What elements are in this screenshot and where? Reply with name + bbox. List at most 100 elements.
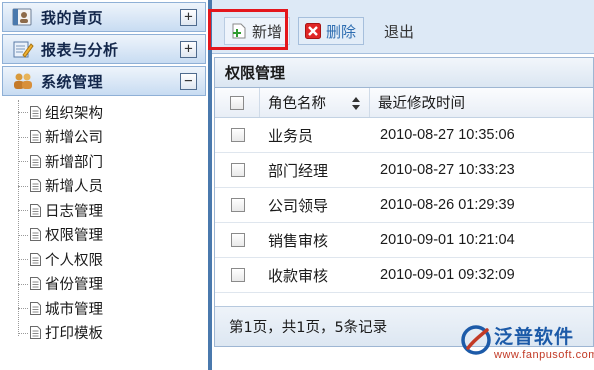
brand-url: www.fanpusoft.com [494, 349, 594, 361]
tree-branch-line [18, 210, 28, 211]
tree-item-label: 组织架构 [45, 105, 103, 122]
expand-toggle-icon[interactable]: + [180, 41, 197, 58]
grid-body: 业务员 2010-08-27 10:35:06 部门经理 2010-08-27 10:… [215, 118, 593, 293]
delete-x-icon [305, 23, 321, 39]
sidebar-section-reports[interactable]: 报表与分析 + [2, 34, 206, 64]
tree-item[interactable]: 个人权限 [0, 247, 208, 272]
column-role-label: 角色名称 [268, 96, 326, 112]
tree-item-label: 个人权限 [45, 252, 103, 269]
tree-branch-line [18, 234, 28, 236]
delete-button[interactable]: 删除 [298, 17, 364, 45]
tree-branch-line [18, 259, 28, 260]
expand-toggle-icon[interactable]: + [180, 9, 197, 26]
role-cell: 部门经理 [268, 161, 329, 180]
tree-branch-line [18, 332, 28, 334]
exit-button-label: 退出 [384, 22, 415, 41]
tree-branch-line [18, 283, 28, 285]
document-icon [30, 154, 41, 168]
row-checkbox[interactable] [230, 163, 245, 177]
table-row[interactable]: 收款审核 2010-09-01 09:32:09 [215, 258, 593, 293]
document-icon [30, 228, 41, 242]
tree-branch-line [18, 136, 28, 138]
tree-item-label: 打印模板 [45, 326, 103, 343]
tree-item[interactable]: 日志管理 [0, 198, 208, 223]
contact-card-icon [11, 6, 35, 28]
document-icon [30, 326, 41, 340]
time-cell: 2010-08-26 01:29:39 [380, 197, 515, 213]
tree-item-label: 日志管理 [45, 203, 103, 220]
tree-item[interactable]: 新增公司 [0, 125, 208, 150]
panel-title: 权限管理 [215, 58, 593, 88]
tree-item[interactable]: 城市管理 [0, 296, 208, 321]
row-checkbox[interactable] [230, 128, 245, 142]
sort-icon[interactable] [352, 97, 360, 110]
tree-branch-line [18, 308, 28, 309]
sidebar-section-title: 系统管理 [41, 72, 104, 91]
table-row[interactable]: 公司领导 2010-08-26 01:29:39 [215, 188, 593, 223]
tree-item[interactable]: 权限管理 [0, 223, 208, 248]
tree-branch-line [18, 112, 28, 113]
document-icon [30, 179, 41, 193]
role-cell: 公司领导 [268, 196, 329, 215]
tree-item-label: 新增部门 [45, 154, 103, 171]
row-checkbox-cell [215, 153, 260, 187]
tree-branch-line [18, 161, 28, 162]
document-icon [30, 105, 41, 119]
header-checkbox-cell [215, 88, 260, 117]
sidebar-section-home[interactable]: 我的首页 + [2, 2, 206, 32]
edit-report-icon [11, 38, 35, 60]
time-cell: 2010-09-01 09:32:09 [380, 267, 515, 283]
column-role-header[interactable]: 角色名称 [260, 88, 370, 117]
document-icon [30, 277, 41, 291]
role-cell: 收款审核 [268, 266, 329, 285]
sidebar-section-title: 报表与分析 [41, 40, 119, 59]
brand-watermark: 泛普软件 www.fanpusoft.com [460, 322, 594, 366]
tree-item[interactable]: 省份管理 [0, 272, 208, 297]
row-checkbox-cell [215, 118, 260, 152]
document-icon [30, 203, 41, 217]
system-tree: 组织架构新增公司新增部门新增人员日志管理权限管理个人权限省份管理城市管理打印模板 [0, 96, 208, 345]
tree-item-label: 新增公司 [45, 130, 103, 147]
tree-item[interactable]: 新增部门 [0, 149, 208, 174]
table-row[interactable]: 部门经理 2010-08-27 10:33:23 [215, 153, 593, 188]
permission-panel: 权限管理 角色名称 最近修改时间 业务员 2010-08-27 10:35:06 部… [214, 57, 594, 347]
row-checkbox[interactable] [230, 233, 245, 247]
sidebar-section-system[interactable]: 系统管理 − [2, 66, 206, 96]
delete-button-label: 删除 [326, 22, 357, 41]
tree-item-label: 城市管理 [45, 301, 103, 318]
add-document-icon [231, 23, 247, 39]
users-group-icon [11, 70, 35, 92]
column-time-label: 最近修改时间 [378, 96, 465, 112]
tree-item[interactable]: 新增人员 [0, 174, 208, 199]
time-cell: 2010-08-27 10:35:06 [380, 127, 515, 143]
document-icon [30, 301, 41, 315]
brand-name: 泛普软件 [494, 326, 575, 348]
add-button[interactable]: 新增 [224, 17, 290, 45]
brand-logo-icon [461, 325, 491, 355]
role-cell: 业务员 [268, 126, 314, 145]
table-row[interactable]: 销售审核 2010-09-01 10:21:04 [215, 223, 593, 258]
time-cell: 2010-09-01 10:21:04 [380, 232, 515, 248]
table-row[interactable]: 业务员 2010-08-27 10:35:06 [215, 118, 593, 153]
tree-item-label: 新增人员 [45, 179, 103, 196]
select-all-checkbox[interactable] [230, 95, 244, 110]
exit-button[interactable]: 退出 [384, 17, 424, 45]
row-checkbox[interactable] [230, 198, 245, 212]
tree-branch-line [18, 185, 28, 187]
document-icon [30, 130, 41, 144]
tree-item-label: 权限管理 [45, 228, 103, 245]
collapse-toggle-icon[interactable]: − [180, 73, 197, 90]
grid-header: 角色名称 最近修改时间 [215, 88, 593, 118]
row-checkbox-cell [215, 188, 260, 222]
add-button-label: 新增 [252, 22, 283, 41]
time-cell: 2010-08-27 10:33:23 [380, 162, 515, 178]
tree-item[interactable]: 打印模板 [0, 321, 208, 346]
sidebar: 我的首页 + 报表与分析 + 系统管理 − 组织架构 新增公司 新增部门 新增人… [0, 0, 212, 370]
row-checkbox[interactable] [230, 268, 245, 282]
toolbar: 新增 删除 退出 [212, 0, 594, 54]
row-checkbox-cell [215, 223, 260, 257]
tree-item[interactable]: 组织架构 [0, 100, 208, 125]
document-icon [30, 252, 41, 266]
role-cell: 销售审核 [268, 231, 329, 250]
column-time-header[interactable]: 最近修改时间 [370, 88, 593, 117]
